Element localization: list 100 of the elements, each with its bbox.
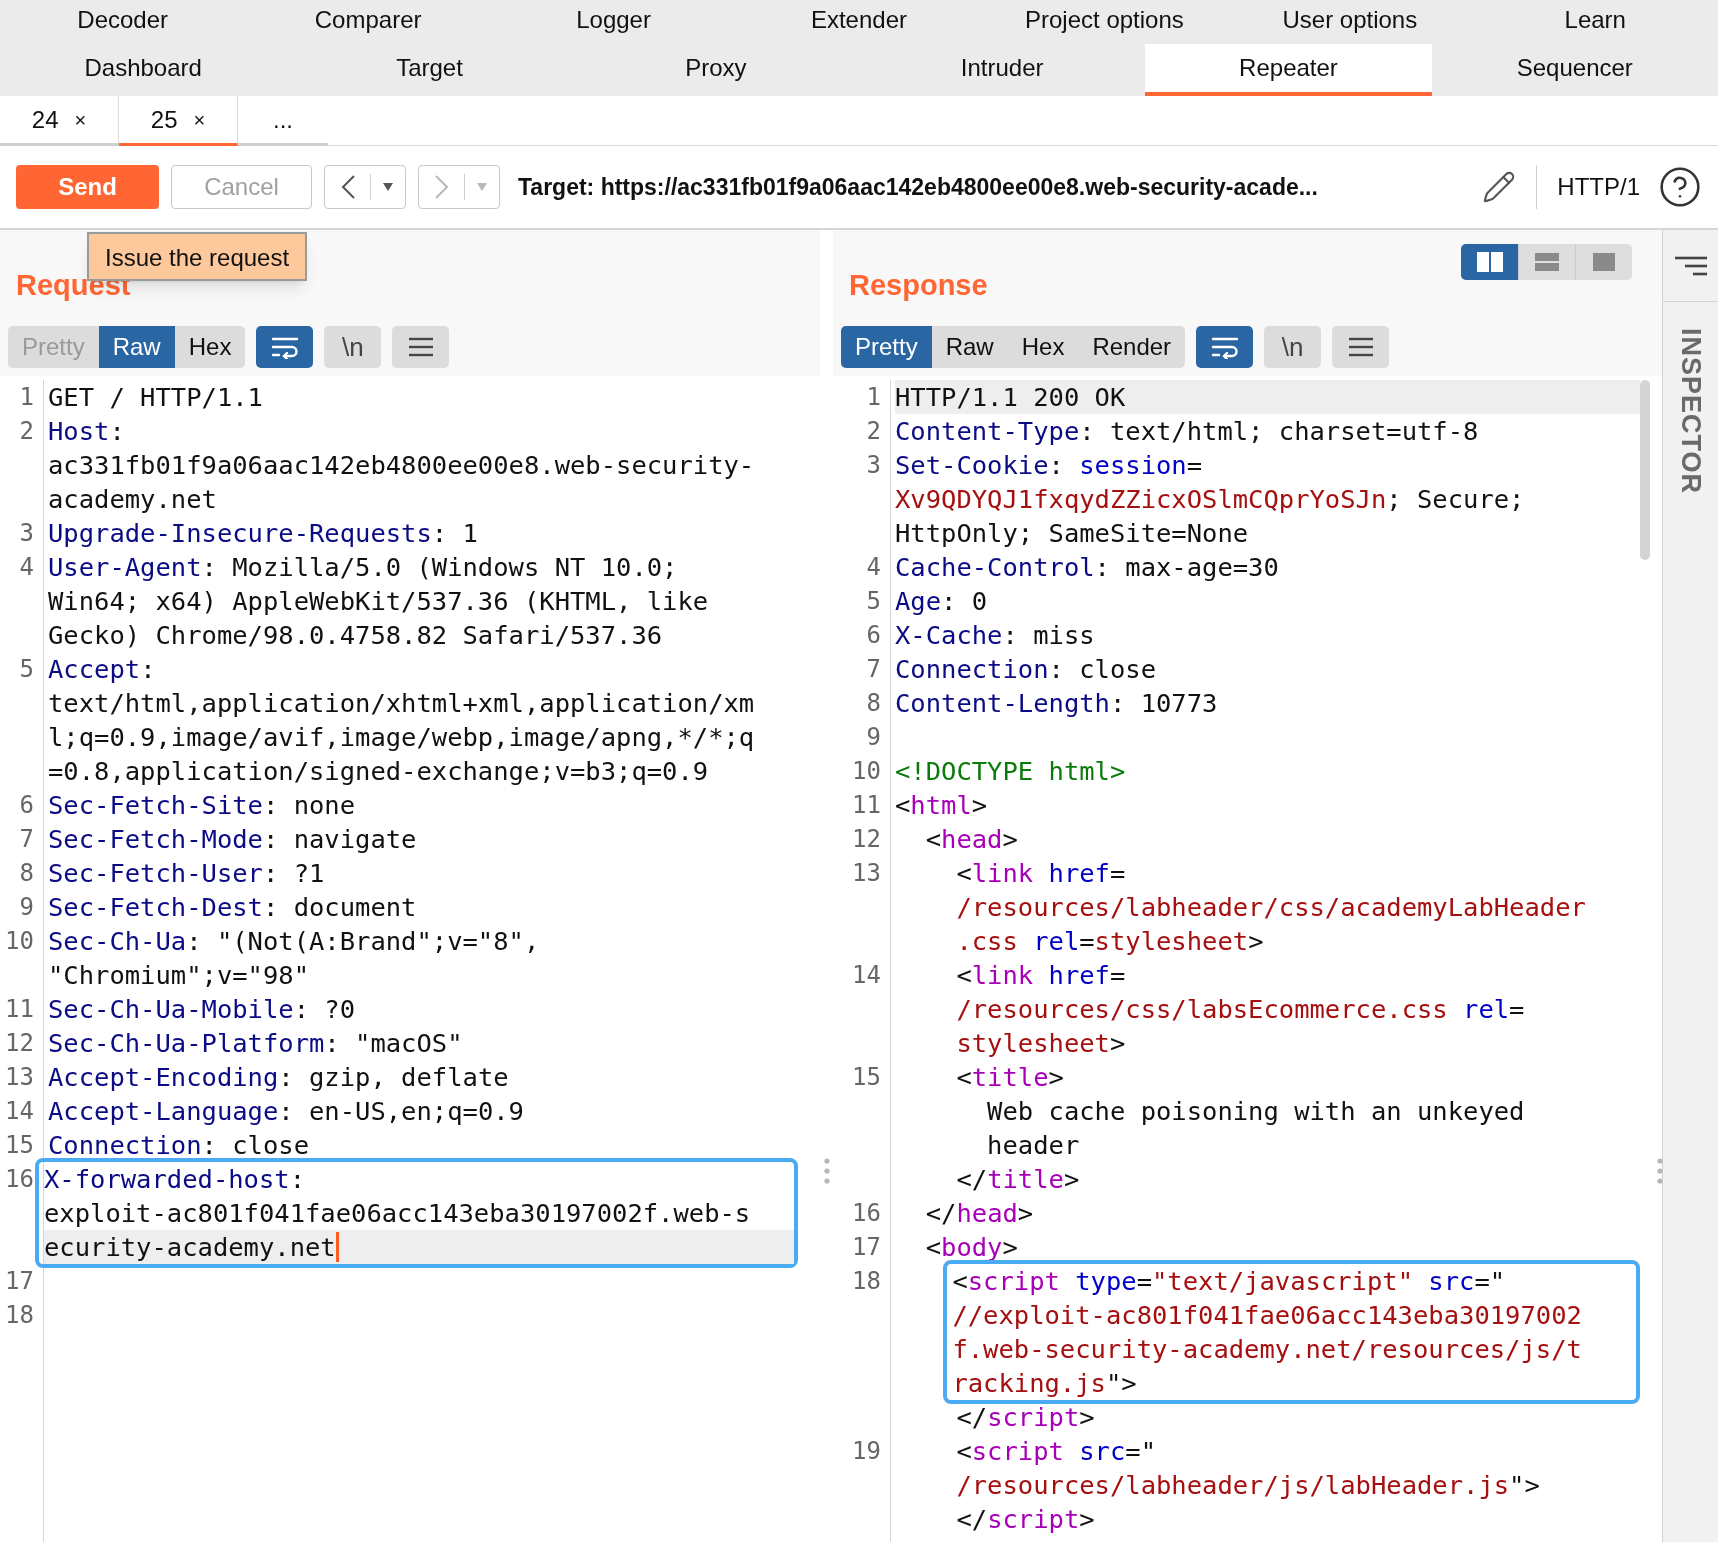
line-number: 4: [866, 553, 881, 581]
view-tab[interactable]: Pretty: [841, 326, 932, 368]
line-number: 7: [866, 655, 881, 683]
code-line: Sec-Fetch-User: ?1: [48, 857, 325, 890]
code-line: Win64; x64) AppleWebKit/537.36 (KHTML, like: [48, 585, 709, 618]
view-tab[interactable]: Render: [1078, 326, 1186, 368]
request-tab[interactable]: 25 ×: [119, 96, 238, 146]
code-line: </head>: [924, 1197, 1034, 1230]
code-line: /resources/labheader/js/labHeader.js">: [955, 1469, 1540, 1502]
help-icon[interactable]: [1658, 165, 1702, 209]
dropdown-icon: [477, 183, 487, 191]
nav-tab[interactable]: Decoder: [0, 0, 246, 44]
newline-toggle[interactable]: \n: [324, 326, 382, 368]
options-button[interactable]: [1332, 326, 1390, 368]
code-line: Sec-Fetch-Site: none: [48, 789, 356, 822]
nav-tab[interactable]: Intruder: [859, 44, 1146, 96]
line-number: 14: [5, 1097, 34, 1125]
code-line: <!DOCTYPE html>: [895, 755, 1126, 788]
line-number: 18: [5, 1301, 34, 1329]
line-number: 8: [866, 689, 881, 717]
line-number: 15: [852, 1063, 881, 1091]
scrollbar-thumb[interactable]: [1640, 380, 1650, 560]
nav-tab[interactable]: Repeater: [1145, 44, 1432, 96]
edit-icon[interactable]: [1482, 170, 1517, 204]
code-line: ecurity-academy.net: [44, 1231, 336, 1264]
back-button[interactable]: [324, 165, 406, 209]
nav-tab[interactable]: Extender: [736, 0, 982, 44]
drag-handle-icon: [823, 1158, 830, 1184]
code-line: header: [986, 1129, 1080, 1162]
text-cursor: [335, 1232, 339, 1262]
view-tab[interactable]: Hex: [174, 326, 246, 368]
nav-tab[interactable]: Learn: [1472, 0, 1718, 44]
nav-tab[interactable]: User options: [1227, 0, 1473, 44]
code-line: Connection: close: [48, 1129, 309, 1162]
options-button[interactable]: [392, 326, 450, 368]
nav-tab[interactable]: Project options: [981, 0, 1228, 44]
inspector-label[interactable]: INSPECTOR: [1670, 328, 1711, 495]
code-line: exploit-ac801f041fae06acc143eba30197002f.web-s: [44, 1197, 751, 1230]
code-line: <html>: [895, 789, 988, 822]
code-line: /resources/css/labsEcommerce.css rel=: [955, 993, 1525, 1026]
line-number: 12: [852, 825, 881, 853]
line-number: 9: [866, 723, 881, 751]
code-line: Connection: close: [895, 653, 1156, 686]
line-number: 1: [866, 383, 881, 411]
close-tab-button[interactable]: ×: [193, 104, 206, 135]
line-number: 3: [866, 451, 881, 479]
wrap-toggle[interactable]: [256, 326, 314, 368]
newline-toggle[interactable]: \n: [1264, 326, 1322, 368]
lines-icon[interactable]: [1674, 255, 1707, 276]
nav-tab[interactable]: Sequencer: [1431, 44, 1718, 96]
request-tab[interactable]: ...: [238, 96, 328, 146]
line-number: 8: [19, 859, 34, 887]
line-number: 17: [852, 1233, 881, 1261]
code-line: Sec-Ch-Ua-Mobile: ?0: [48, 993, 356, 1026]
wrap-icon: [269, 335, 300, 359]
rows-icon: [1535, 253, 1559, 271]
nav-tab[interactable]: Dashboard: [0, 44, 287, 96]
line-number: 4: [19, 553, 34, 581]
nav-tab[interactable]: Target: [286, 44, 573, 96]
nav-tab[interactable]: Logger: [490, 0, 737, 44]
tooltip: Issue the request: [87, 232, 308, 281]
code-line: /resources/labheader/css/academyLabHeader: [955, 891, 1586, 924]
view-tab[interactable]: Raw: [98, 326, 175, 368]
drag-handle-icon: [1657, 1158, 1663, 1184]
request-tab[interactable]: 24 ×: [0, 96, 119, 146]
close-tab-button[interactable]: ×: [74, 104, 87, 135]
code-line: HttpOnly; SameSite=None: [895, 517, 1249, 550]
line-number: 2: [19, 417, 34, 445]
code-line: Content-Length: 10773: [895, 687, 1218, 720]
nav-tab[interactable]: Proxy: [572, 44, 859, 96]
line-number: 11: [852, 791, 881, 819]
protocol-label[interactable]: HTTP/1: [1557, 169, 1640, 205]
view-tab[interactable]: Raw: [931, 326, 1008, 368]
code-line: Upgrade-Insecure-Requests: 1: [48, 517, 478, 550]
code-line: f.web-security-academy.net/resources/js/t: [952, 1333, 1582, 1366]
code-line: <link href=: [955, 959, 1126, 992]
code-line: Content-Type: text/html; charset=utf-8: [895, 415, 1479, 448]
code-line: X-Cache: miss: [895, 619, 1095, 652]
code-line: Sec-Ch-Ua: "(Not(A:Brand";v="8",: [48, 925, 540, 958]
dropdown-icon: [383, 183, 393, 191]
nav-tab[interactable]: Comparer: [245, 0, 491, 44]
line-number: 2: [866, 417, 881, 445]
code-line: Xv9QDYQJ1fxqydZZicxOSlmCQprYoSJn; Secure;: [895, 483, 1525, 516]
code-line: Age: 0: [895, 585, 988, 618]
code-line: <script src=": [955, 1435, 1157, 1468]
code-line: Accept-Encoding: gzip, deflate: [48, 1061, 509, 1094]
code-line: User-Agent: Mozilla/5.0 (Windows NT 10.0;: [48, 551, 678, 584]
code-line: Gecko) Chrome/98.0.4758.82 Safari/537.36: [48, 619, 663, 652]
panel-title: Response: [849, 268, 988, 302]
line-number: 7: [19, 825, 34, 853]
menu-icon: [1347, 336, 1374, 358]
code-line: <title>: [955, 1061, 1064, 1094]
code-line: </script>: [955, 1503, 1095, 1536]
target-url: Target: https://ac331fb01f9a06aac142eb4800ee00e8.web-security-acade...: [518, 172, 1318, 202]
wrap-toggle[interactable]: [1196, 326, 1254, 368]
code-line: Sec-Ch-Ua-Platform: "macOS": [48, 1027, 463, 1060]
view-tab[interactable]: Hex: [1007, 326, 1079, 368]
line-number: 3: [19, 519, 34, 547]
layout-toggle[interactable]: [1461, 244, 1518, 280]
line-number: 10: [852, 757, 881, 785]
